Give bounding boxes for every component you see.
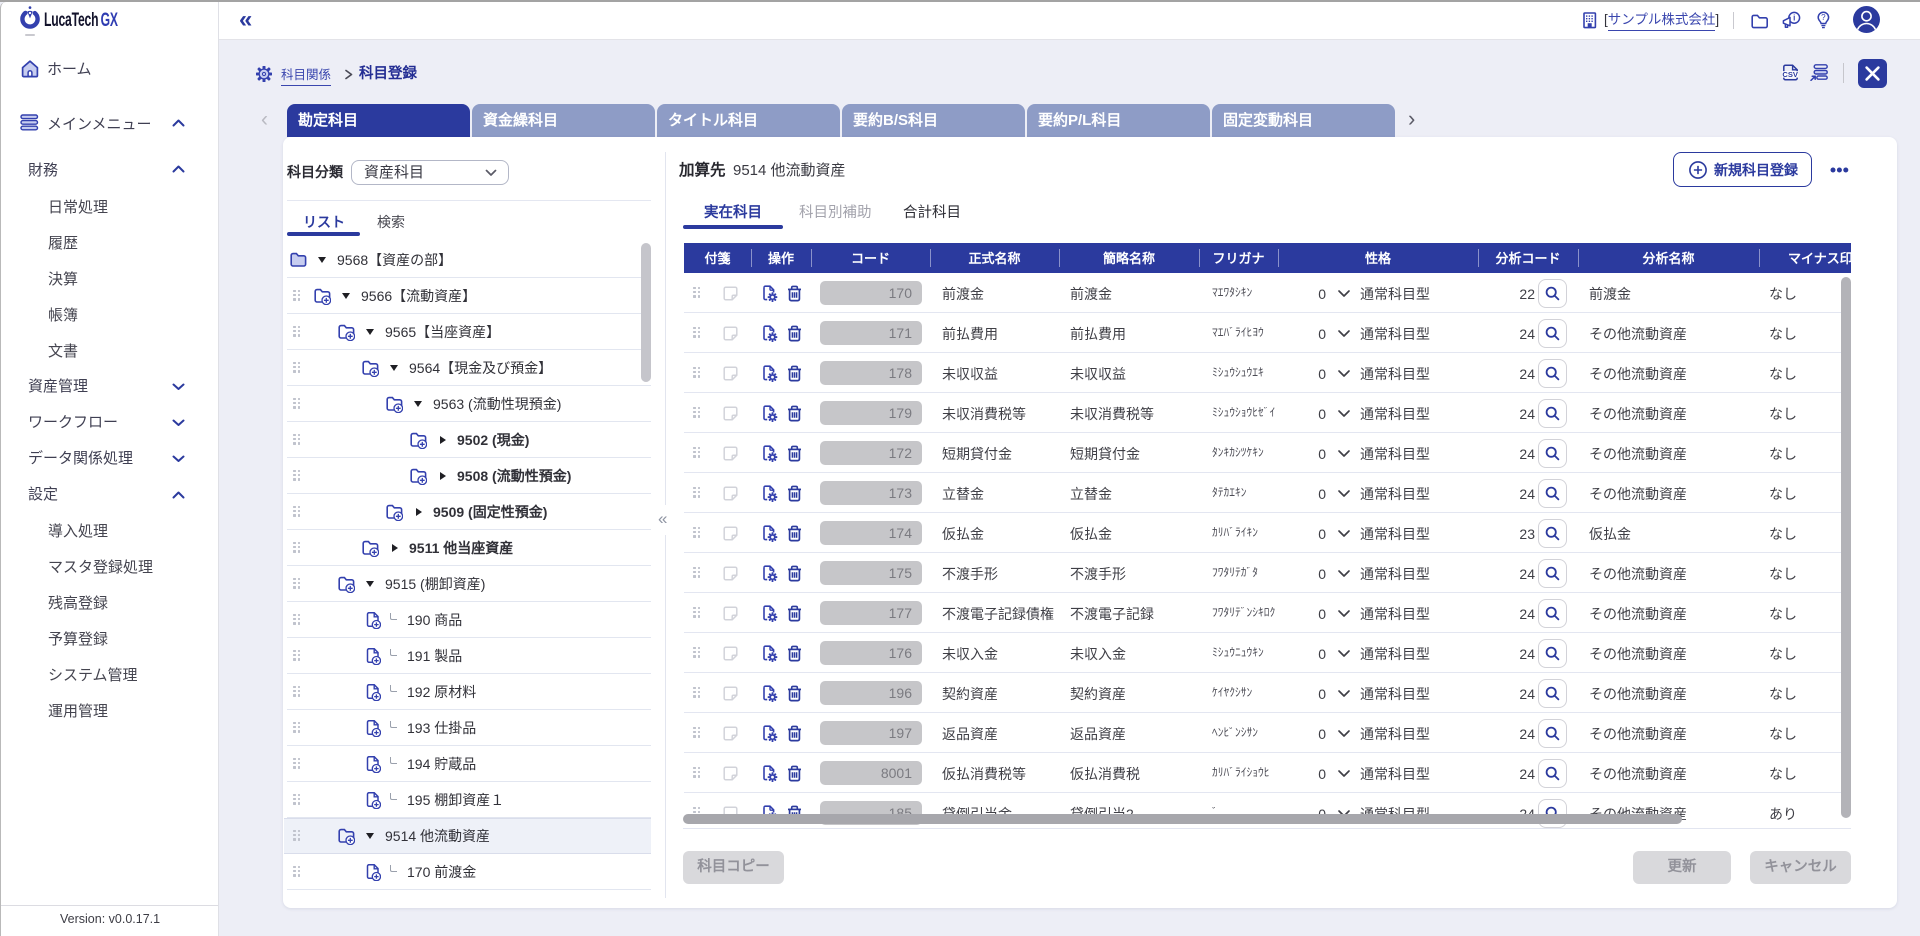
svg-text:CSV: CSV bbox=[1782, 70, 1799, 79]
svg-text:?: ? bbox=[1821, 13, 1826, 22]
svg-text:i: i bbox=[1793, 14, 1795, 23]
